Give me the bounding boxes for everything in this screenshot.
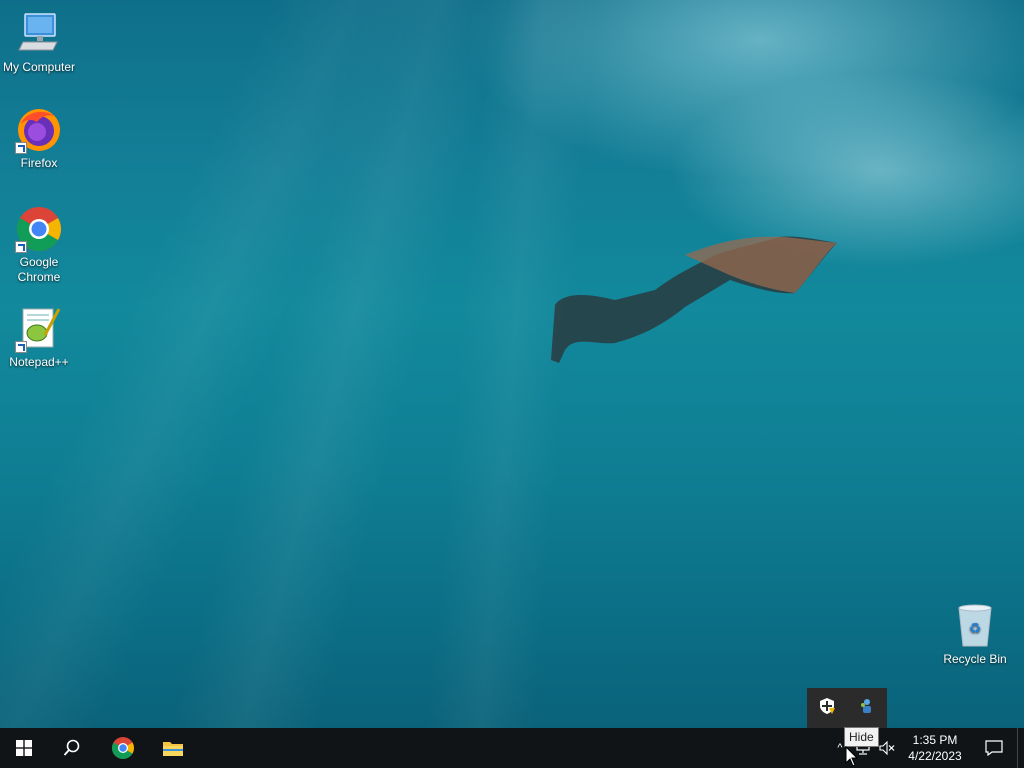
desktop-icon-label: Firefox <box>20 156 58 170</box>
search-icon <box>63 739 80 756</box>
svg-text:♻: ♻ <box>969 621 982 637</box>
chrome-icon <box>15 205 63 253</box>
desktop-icon-firefox[interactable]: Firefox <box>0 106 79 171</box>
computer-icon <box>15 10 63 58</box>
notepadpp-icon <box>15 305 63 353</box>
desktop-icon-label: Google Chrome <box>17 255 61 284</box>
notification-icon <box>985 740 1003 756</box>
clock-date: 4/22/2023 <box>908 749 962 763</box>
show-desktop-button[interactable] <box>1017 728 1024 768</box>
mouse-cursor <box>845 746 859 767</box>
clock-time: 1:35 PM <box>912 733 958 747</box>
desktop-icon-my-computer[interactable]: My Computer <box>0 10 79 75</box>
desktop-icon-label: My Computer <box>2 60 76 74</box>
wallpaper-diver <box>551 236 837 363</box>
desktop-icon-google-chrome[interactable]: Google Chrome <box>0 205 79 285</box>
windows-logo-icon <box>16 740 32 756</box>
shortcut-arrow-icon <box>15 241 27 253</box>
file-explorer-button[interactable] <box>150 728 196 768</box>
desktop-icon-label: Recycle Bin <box>943 652 1007 666</box>
shortcut-arrow-icon <box>15 341 27 353</box>
chrome-icon <box>112 737 134 759</box>
firefox-icon <box>15 106 63 154</box>
desktop-icon-recycle-bin[interactable]: ♻ Recycle Bin <box>935 602 1015 667</box>
start-button[interactable] <box>0 728 48 768</box>
wallpaper-light-rays <box>0 0 1024 728</box>
network-people-icon[interactable] <box>858 697 876 720</box>
recycle-bin-icon: ♻ <box>951 602 999 650</box>
hide-tooltip: Hide <box>844 727 879 747</box>
taskbar-clock[interactable]: 1:35 PM 4/22/2023 <box>899 732 971 764</box>
search-button[interactable] <box>48 728 96 768</box>
folder-icon <box>163 742 183 756</box>
chrome-taskbar-button[interactable] <box>96 728 150 768</box>
desktop-icon-label: Notepad++ <box>9 355 69 369</box>
security-warning-icon[interactable] <box>818 697 836 720</box>
tray-overflow-popup <box>807 688 887 728</box>
shortcut-arrow-icon <box>15 142 27 154</box>
action-center-button[interactable] <box>971 728 1017 768</box>
desktop-icon-notepadpp[interactable]: Notepad++ <box>0 305 79 370</box>
